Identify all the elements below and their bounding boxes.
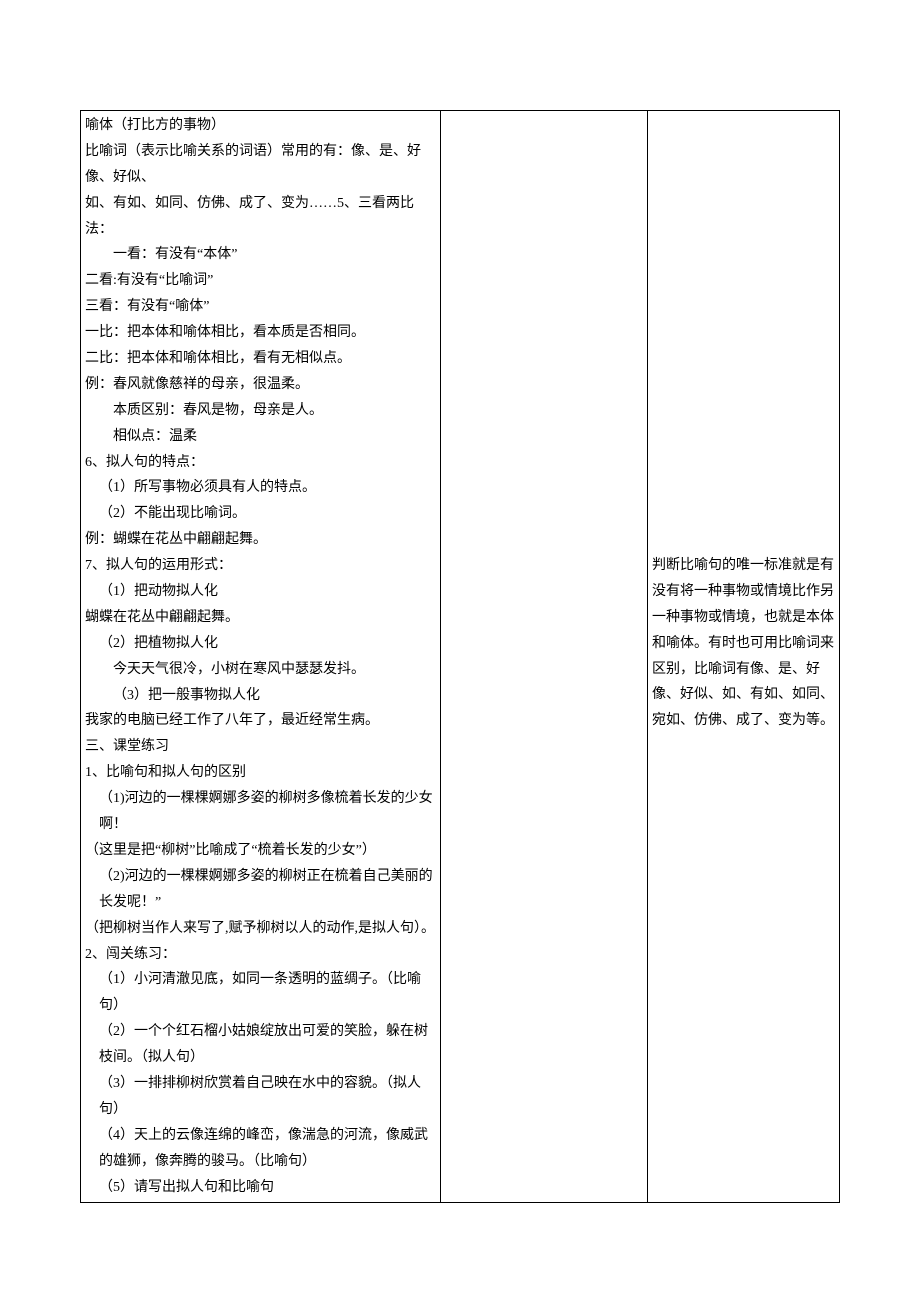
text-line: （1)河边的一棵棵婀娜多姿的柳树多像梳着长发的少女啊！ (85, 786, 436, 838)
text-line: （1）所写事物必须具有人的特点。 (85, 475, 436, 501)
text-line: （把柳树当作人来写了,赋予柳树以人的动作,是拟人句）。 (85, 916, 436, 942)
text-line: （2）一个个红石榴小姑娘绽放出可爱的笑脸，躲在树枝间。（拟人句） (85, 1019, 436, 1071)
text-line: （1）把动物拟人化 (85, 579, 436, 605)
margin-note: 判断比喻句的唯一标准就是有没有将一种事物或情境比作另一种事物或情境，也就是本体和… (652, 553, 835, 734)
text-line: 如、有如、如同、仿佛、成了、变为……5、三看两比法： (85, 191, 436, 243)
text-line: （2）把植物拟人化 (85, 631, 436, 657)
right-column: 判断比喻句的唯一标准就是有没有将一种事物或情境比作另一种事物或情境，也就是本体和… (648, 111, 840, 1203)
text-line: 6、拟人句的特点： (85, 450, 436, 476)
text-line: （2)河边的一棵棵婀娜多姿的柳树正在梳着自己美丽的长发呢！” (85, 864, 436, 916)
text-line: （1）小河清澈见底，如同一条透明的蓝绸子。（比喻句） (85, 967, 436, 1019)
text-line: （这里是把“柳树”比喻成了“梳着长发的少女”） (85, 838, 436, 864)
text-line: 本质区别：春风是物，母亲是人。 (85, 398, 436, 424)
text-line: 一看：有没有“本体” (85, 242, 436, 268)
text-line: 二比：把本体和喻体相比，看有无相似点。 (85, 346, 436, 372)
text-line: 7、拟人句的运用形式： (85, 553, 436, 579)
left-column: 喻体（打比方的事物） 比喻词（表示比喻关系的词语）常用的有：像、是、好像、好似、… (81, 111, 441, 1203)
middle-column (441, 111, 648, 1203)
text-line: 三看：有没有“喻体” (85, 294, 436, 320)
text-line: 蝴蝶在花丛中翩翩起舞。 (85, 605, 436, 631)
text-line: （2）不能出现比喻词。 (85, 501, 436, 527)
section-heading: 三、课堂练习 (85, 734, 436, 760)
content-table: 喻体（打比方的事物） 比喻词（表示比喻关系的词语）常用的有：像、是、好像、好似、… (80, 110, 840, 1203)
text-line: 2、闯关练习： (85, 942, 436, 968)
text-line: （4）天上的云像连绵的峰峦，像湍急的河流，像威武的雄狮，像奔腾的骏马。（比喻句） (85, 1123, 436, 1175)
document-page: 喻体（打比方的事物） 比喻词（表示比喻关系的词语）常用的有：像、是、好像、好似、… (0, 0, 920, 1301)
text-line: 我家的电脑已经工作了八年了，最近经常生病。 (85, 708, 436, 734)
text-line: （3）把一般事物拟人化 (85, 683, 436, 709)
text-line: 相似点：温柔 (85, 424, 436, 450)
text-line: 二看:有没有“比喻词” (85, 268, 436, 294)
text-line: （5）请写出拟人句和比喻句 (85, 1175, 436, 1201)
text-line: 一比：把本体和喻体相比，看本质是否相同。 (85, 320, 436, 346)
text-line: 喻体（打比方的事物） (85, 113, 436, 139)
text-line: 1、比喻句和拟人句的区别 (85, 760, 436, 786)
text-line: 例：春风就像慈祥的母亲，很温柔。 (85, 372, 436, 398)
text-line: 今天天气很冷，小树在寒风中瑟瑟发抖。 (85, 657, 436, 683)
text-line: 比喻词（表示比喻关系的词语）常用的有：像、是、好像、好似、 (85, 139, 436, 191)
text-line: 例：蝴蝶在花丛中翩翩起舞。 (85, 527, 436, 553)
text-line: （3）一排排柳树欣赏着自己映在水中的容貌。（拟人句） (85, 1071, 436, 1123)
